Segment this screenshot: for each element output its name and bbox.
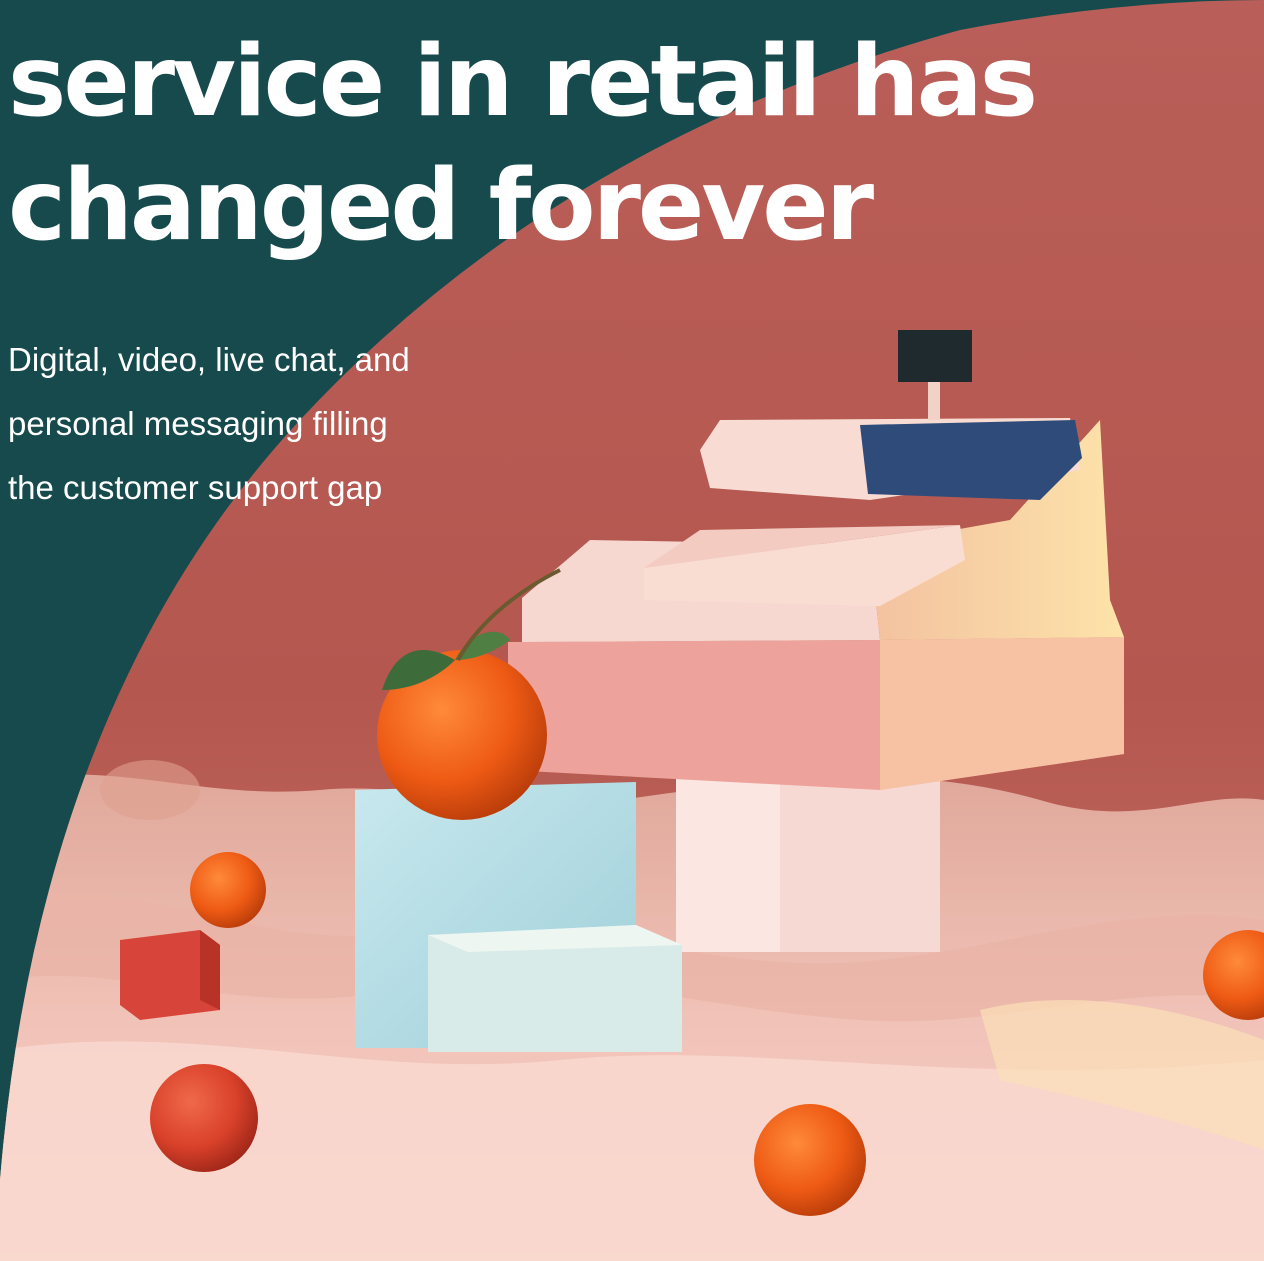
subheadline-line-3: the customer support gap [8,469,383,506]
subheadline-line-2: personal messaging filling [8,405,388,442]
headline: service in retail has changed forever [8,20,1038,268]
subheadline: Digital, video, live chat, and personal … [8,328,410,520]
subheadline-line-1: Digital, video, live chat, and [8,341,410,378]
headline-line-2: changed forever [8,149,874,263]
hero-banner: service in retail has changed forever Di… [0,0,1264,1261]
headline-line-1: service in retail has [8,25,1038,139]
